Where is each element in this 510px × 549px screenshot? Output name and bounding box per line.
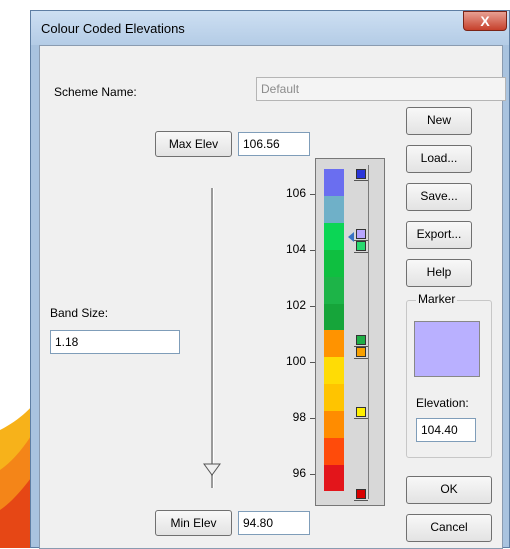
colour-band	[324, 249, 344, 277]
colour-band	[324, 356, 344, 385]
marker-swatch	[356, 489, 366, 499]
min-elev-field[interactable]: 94.80	[238, 511, 310, 535]
marker-swatch	[356, 347, 366, 357]
tick-label: 104	[285, 242, 306, 256]
marker-elevation-field[interactable]: 104.40	[416, 418, 476, 442]
tick-label: 100	[285, 354, 306, 368]
max-elev-button[interactable]: Max Elev	[155, 131, 232, 157]
colour-band	[324, 169, 344, 197]
elevation-marker[interactable]	[354, 407, 370, 419]
marker-bracket	[354, 500, 368, 501]
elevation-marker[interactable]	[354, 229, 370, 241]
help-button[interactable]: Help	[406, 259, 472, 287]
min-elev-button[interactable]: Min Elev	[155, 510, 232, 536]
colour-band	[324, 222, 344, 250]
export-button[interactable]: Export...	[406, 221, 472, 249]
marker-swatch	[356, 169, 366, 179]
elevation-label: Elevation:	[416, 396, 469, 410]
scheme-name-label: Scheme Name:	[54, 85, 137, 99]
slider-thumb[interactable]	[202, 463, 222, 477]
window-title: Colour Coded Elevations	[41, 21, 185, 36]
tick-label: 106	[285, 186, 306, 200]
marker-bracket	[354, 418, 368, 419]
load-button[interactable]: Load...	[406, 145, 472, 173]
elevation-marker[interactable]	[354, 335, 370, 347]
max-elev-field[interactable]: 106.56	[238, 132, 310, 156]
elevation-marker[interactable]	[354, 241, 370, 253]
colour-band	[324, 437, 344, 465]
colour-band	[324, 195, 344, 224]
colour-band	[324, 276, 344, 304]
marker-bracket	[354, 180, 368, 181]
elevation-marker[interactable]	[354, 169, 370, 181]
band-size-field[interactable]: 1.18	[50, 330, 180, 354]
scheme-name-field: Default	[256, 77, 506, 101]
colour-band-strip	[324, 169, 344, 492]
dialog-window: Colour Coded Elevations X Scheme Name: D…	[30, 10, 510, 549]
elevation-slider[interactable]	[202, 188, 222, 488]
marker-swatch	[356, 335, 366, 345]
title-bar[interactable]: Colour Coded Elevations X	[31, 11, 509, 45]
dialog-client: Scheme Name: Default Max Elev 106.56 Ban…	[39, 45, 506, 549]
elevation-marker[interactable]	[354, 489, 370, 501]
marker-colour-swatch[interactable]	[414, 321, 480, 377]
save-button[interactable]: Save...	[406, 183, 472, 211]
marker-rail	[368, 165, 369, 499]
new-button[interactable]: New	[406, 107, 472, 135]
tick-label: 102	[285, 298, 306, 312]
colour-band	[324, 303, 344, 331]
elevation-marker[interactable]	[354, 347, 370, 359]
colour-scale-frame	[315, 158, 385, 506]
marker-swatch	[356, 407, 366, 417]
colour-band	[324, 410, 344, 438]
ok-button[interactable]: OK	[406, 476, 492, 504]
colour-band	[324, 330, 344, 358]
tick-label: 96	[292, 466, 306, 480]
cancel-button[interactable]: Cancel	[406, 514, 492, 542]
slider-track	[211, 188, 214, 488]
close-button[interactable]: X	[463, 11, 507, 31]
selected-marker-pointer	[348, 232, 354, 242]
marker-swatch	[356, 229, 366, 239]
band-size-label: Band Size:	[50, 306, 109, 320]
tick-label: 98	[292, 410, 306, 424]
colour-band	[324, 383, 344, 411]
marker-group-title: Marker	[416, 292, 458, 306]
colour-band	[324, 464, 344, 492]
marker-bracket	[354, 252, 368, 253]
marker-swatch	[356, 241, 366, 251]
marker-bracket	[354, 358, 368, 359]
